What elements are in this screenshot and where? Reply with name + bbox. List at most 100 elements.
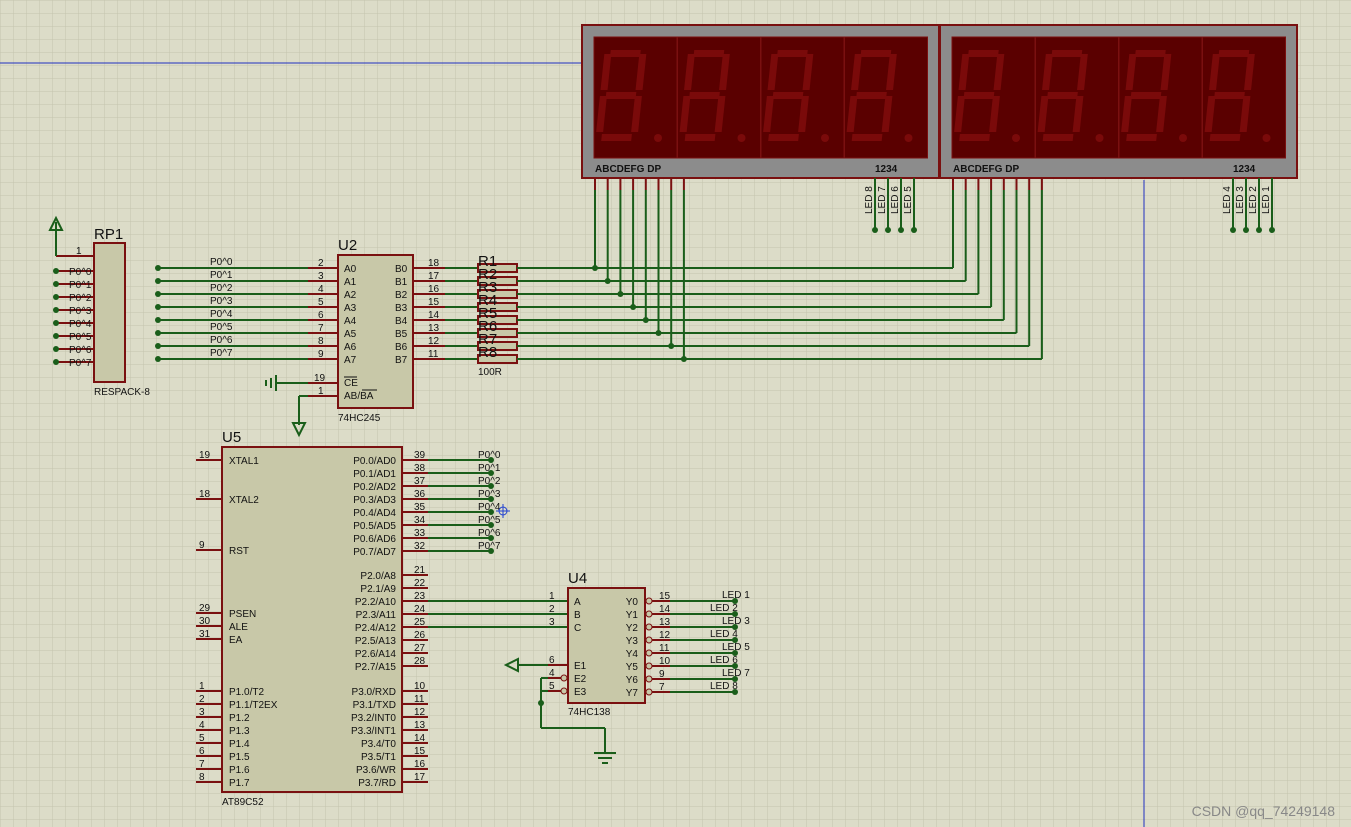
u2-b-pin-name: B5 [395, 329, 408, 340]
u5-p0-net-label: P0^0 [478, 450, 501, 461]
segment [851, 134, 883, 141]
u4-output-name: Y0 [626, 597, 639, 608]
u5-right-pin-num: 38 [414, 463, 426, 474]
u5-left-pin-name: P1.0/T2 [229, 687, 264, 698]
u5-right-pin-num: 37 [414, 476, 426, 487]
u5-left-pin-num: 31 [199, 629, 211, 640]
u2-b-pin-num: 15 [428, 297, 440, 308]
u5-right-pin-num: 14 [414, 733, 426, 744]
u2-ce-num: 19 [314, 373, 326, 384]
segment [1047, 92, 1078, 99]
u2-b-pin-name: B4 [395, 316, 408, 327]
u5-left-pin-num: 2 [199, 694, 205, 705]
segment-bus-junction [604, 278, 611, 284]
u2-net-label: P0^4 [210, 309, 233, 320]
u4-output-name: Y3 [626, 636, 639, 647]
segment [860, 50, 892, 57]
u5-right-pin-num: 32 [414, 541, 426, 552]
segment [693, 50, 725, 57]
rp1-pin-dot [53, 346, 59, 352]
u5-right-pin-name: P2.4/A12 [355, 623, 397, 634]
digit-led-label: LED 1 [1261, 186, 1272, 214]
u5-right-pin-num: 13 [414, 720, 426, 731]
segment [610, 50, 641, 57]
u4-output-bubble [645, 675, 653, 683]
digit-pin-dot [911, 227, 917, 233]
u4-input-name: B [574, 610, 581, 621]
u2-a-bus-dot [155, 304, 161, 310]
u4-output-num: 7 [659, 682, 665, 693]
segment-pin-label: ABCDEFG DP [953, 164, 1019, 175]
u2-net-label: P0^2 [210, 283, 233, 294]
u2-ref: U2 [338, 237, 357, 254]
u5-right-pin-num: 26 [414, 630, 426, 641]
u2-b-pin-name: B1 [395, 277, 408, 288]
decimal-point [1095, 134, 1104, 142]
u5-right-pin-name: P2.7/A15 [355, 662, 397, 673]
rp1-net-label: P0^2 [69, 293, 92, 304]
u5-right-pin-name: P0.1/AD1 [353, 469, 396, 480]
segment-bus-junction [642, 317, 649, 323]
u2-abba-label: AB/BA [344, 391, 374, 402]
segment-bus-junction [630, 304, 637, 310]
u2-a-pin-num: 3 [318, 271, 324, 282]
u2-a-pin-name: A0 [344, 264, 357, 275]
segment [963, 92, 995, 99]
u2-a-pin-num: 6 [318, 310, 324, 321]
u5-right-pin-num: 11 [414, 694, 425, 705]
u5-right-pin-name: P2.3/A11 [356, 610, 397, 621]
rp1-net-label: P0^0 [69, 267, 92, 278]
u2-a-pin-name: A2 [344, 290, 357, 301]
decimal-point [821, 134, 829, 142]
u5-left-pin-num: 4 [199, 720, 205, 731]
u5-right-pin-num: 21 [414, 565, 426, 576]
u5-right-pin-num: 36 [414, 489, 426, 500]
u5-left-pin-num: 3 [199, 707, 205, 718]
u5-left-pin-name: P1.2 [229, 713, 250, 724]
segment [959, 134, 990, 141]
u5-p0-net-label: P0^2 [478, 476, 501, 487]
u5-right-pin-num: 34 [414, 515, 426, 526]
u4-input-num: 1 [549, 591, 555, 602]
rp1-net-label: P0^6 [69, 345, 92, 356]
segment-bus-junction [655, 330, 662, 336]
u4-output-name: Y6 [626, 675, 639, 686]
watermark: CSDN @qq_74249148 [1191, 803, 1335, 819]
u2-a-pin-num: 5 [318, 297, 324, 308]
u5-left-pin-num: 6 [199, 746, 205, 757]
u2-a-bus-dot [155, 356, 161, 362]
segment [605, 92, 637, 99]
u4-led-net-label: LED 3 [722, 616, 750, 627]
digit-pin-dot [872, 227, 878, 233]
u2-a-bus-dot [155, 291, 161, 297]
u4-output-num: 10 [659, 656, 671, 667]
digit-pin-label: 1234 [875, 164, 898, 175]
digit-led-label: LED 3 [1235, 186, 1246, 214]
rp1-pin-dot [53, 307, 59, 313]
rp1-pin-dot [53, 294, 59, 300]
segment [777, 50, 808, 57]
u4-led-net-label: LED 1 [722, 590, 750, 601]
u2-b-pin-num: 18 [428, 258, 440, 269]
schematic-canvas[interactable]: ABCDEFG DP 1234LED 8 LED 7 LED 6 LED 5ABCDEF… [0, 0, 1351, 827]
u5-value: AT89C52 [222, 797, 264, 808]
u5-right-pin-name: P3.1/TXD [353, 700, 396, 711]
u5-left-pin-num: 30 [199, 616, 211, 627]
resistor-value: 100R [478, 367, 502, 378]
segment-bus-junction [668, 343, 675, 349]
u2-a-bus-dot [155, 265, 161, 271]
u4-input-num: 3 [549, 617, 555, 628]
digit-led-label: LED 7 [877, 186, 888, 214]
u4-enable-name: E1 [574, 661, 587, 672]
u5-right-pin-num: 27 [414, 643, 426, 654]
segment [1214, 92, 1245, 99]
rp1-ref: RP1 [94, 226, 123, 243]
u5-left-pin-name: P1.1/T2EX [229, 700, 278, 711]
segment [689, 92, 720, 99]
u2-abba-num: 1 [318, 386, 324, 397]
digit-pin-dot [898, 227, 904, 233]
u5-left-pin-num: 1 [199, 681, 205, 692]
u2-a-pin-name: A4 [344, 316, 357, 327]
u5-left-pin-name: EA [229, 635, 243, 646]
u2-a-pin-num: 4 [318, 284, 324, 295]
